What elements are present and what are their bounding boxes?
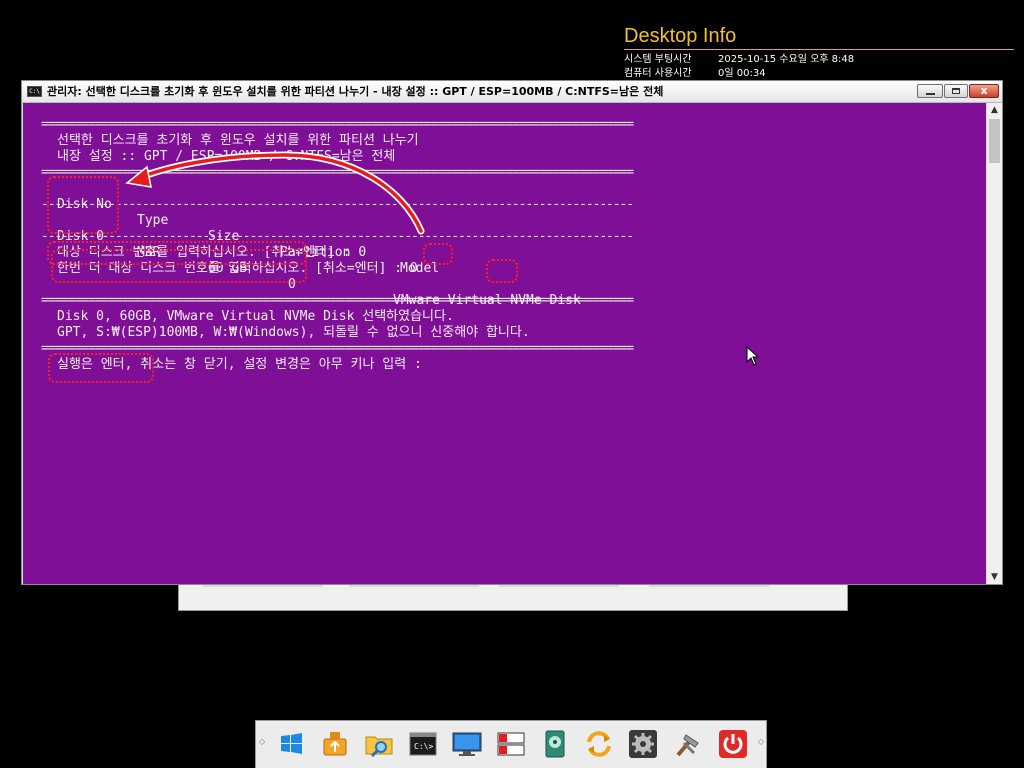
scroll-up-icon[interactable]: ▲ (987, 103, 1002, 117)
gear-icon[interactable] (626, 727, 660, 761)
close-icon: x (980, 84, 988, 97)
monitor-icon[interactable] (450, 727, 484, 761)
boot-time-label: 시스템 부팅시간 (624, 54, 692, 65)
sync-refresh-icon[interactable] (582, 727, 616, 761)
desktop-info-row-uptime: 컴퓨터 사용시간 0일 00:34 (624, 67, 1014, 81)
mouse-cursor-icon (746, 346, 760, 366)
annotation-arrow-icon (125, 151, 425, 235)
console-output[interactable]: ========================================… (23, 103, 986, 584)
folder-search-icon[interactable] (362, 727, 396, 761)
uptime-label: 컴퓨터 사용시간 (624, 68, 692, 79)
taskbar-scroll-right-icon[interactable]: ◇ (758, 737, 764, 746)
maximize-button[interactable] (944, 84, 968, 98)
windows-start-icon[interactable] (274, 727, 308, 761)
desktop-info-row-boot: 시스템 부팅시간 2025-10-15 수요일 오후 8:48 (624, 53, 1014, 67)
console-icon[interactable]: C:\ (27, 86, 42, 97)
desktop-info-divider (624, 49, 1014, 50)
boot-time-value: 2025-10-15 수요일 오후 8:48 (718, 54, 855, 65)
disk-check-icon[interactable] (538, 727, 572, 761)
desktop-info-widget: Desktop Info 시스템 부팅시간 2025-10-15 수요일 오후 8… (624, 24, 1014, 81)
window-titlebar[interactable]: C:\ 관리자: 선택한 디스크를 초기화 후 윈도우 설치를 위한 파티션 나… (22, 81, 1002, 103)
uptime-value: 0일 00:34 (718, 68, 766, 79)
command-prompt-icon[interactable]: C:\> (406, 727, 440, 761)
svg-text:C:\>: C:\> (414, 742, 433, 751)
minimize-button[interactable] (917, 84, 943, 98)
close-button[interactable]: x (969, 84, 999, 98)
scroll-down-icon[interactable]: ▼ (987, 570, 1002, 584)
disk-partition-icon[interactable] (494, 727, 528, 761)
scrollbar-thumb[interactable] (989, 119, 1000, 163)
console-window[interactable]: C:\ 관리자: 선택한 디스크를 초기화 후 윈도우 설치를 위한 파티션 나… (21, 80, 1003, 585)
tools-hammer-icon[interactable] (670, 727, 704, 761)
taskbar-scroll-left-icon[interactable]: ◇ (259, 737, 265, 746)
taskbar: ◇ ◇ C:\> (255, 720, 767, 768)
desktop-info-title: Desktop Info (624, 25, 737, 47)
usb-drive-icon[interactable] (318, 727, 352, 761)
window-title: 관리자: 선택한 디스크를 초기화 후 윈도우 설치를 위한 파티션 나누기 -… (47, 85, 664, 98)
vertical-scrollbar[interactable]: ▲ ▼ (986, 103, 1002, 584)
power-icon[interactable] (716, 727, 750, 761)
